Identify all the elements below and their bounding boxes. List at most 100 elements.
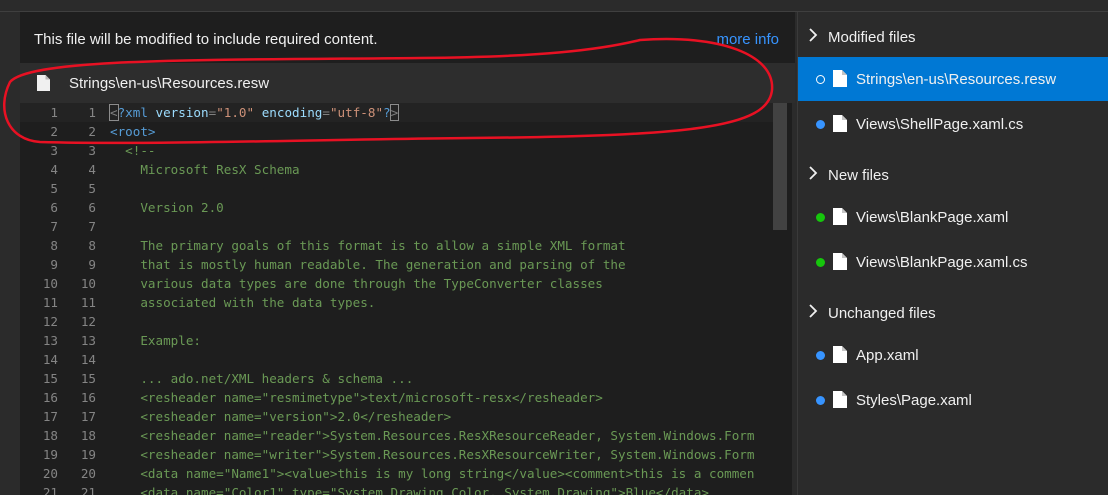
main-pane: This file will be modified to include re… bbox=[20, 12, 795, 495]
code-text: associated with the data types. bbox=[110, 293, 375, 312]
file-name: Views\ShellPage.xaml.cs bbox=[856, 116, 1024, 133]
code-editor[interactable]: 21 21 <data name="Color1" type="System.Dr… bbox=[20, 103, 795, 495]
code-token: ... ado.net/XML headers & schema ... bbox=[110, 371, 414, 386]
code-text: <root> bbox=[110, 122, 156, 141]
code-text: <resheader name="version">2.0</resheader… bbox=[110, 407, 451, 426]
document-icon bbox=[833, 391, 847, 413]
section-label: Modified files bbox=[828, 29, 916, 46]
more-info-link[interactable]: more info bbox=[716, 31, 779, 48]
code-line: 17 17 <resheader name="version">2.0</resh… bbox=[20, 407, 795, 426]
section-header[interactable]: New files bbox=[798, 153, 1108, 195]
code-token: <root> bbox=[110, 124, 156, 139]
line-number: 1 bbox=[50, 105, 58, 120]
line-number: 8 bbox=[50, 238, 58, 253]
scrollbar-thumb[interactable] bbox=[773, 103, 787, 230]
line-number-modified: 2 bbox=[88, 124, 96, 139]
line-number: 6 bbox=[50, 200, 58, 215]
code-line: 3 3 <!-- bbox=[20, 141, 795, 160]
code-text: <resheader name="reader">System.Resource… bbox=[110, 426, 754, 445]
document-icon bbox=[833, 346, 847, 368]
line-number-modified: 16 bbox=[80, 390, 96, 405]
line-number: 20 bbox=[42, 466, 58, 481]
section-header[interactable]: Unchanged files bbox=[798, 291, 1108, 333]
code-token: <!-- bbox=[110, 143, 156, 158]
line-number: 12 bbox=[42, 314, 58, 329]
code-line: 20 20 <data name="Name1"><value>this is m… bbox=[20, 464, 795, 483]
code-line: 2 2 <root> bbox=[20, 122, 795, 141]
file-name: Views\BlankPage.xaml.cs bbox=[856, 254, 1028, 271]
code-line: 4 4 Microsoft ResX Schema bbox=[20, 160, 795, 179]
code-token: <data name="Name1"><value>this is my lon… bbox=[110, 466, 755, 481]
line-number: 5 bbox=[50, 181, 58, 196]
file-list-item[interactable]: Styles\Page.xaml bbox=[798, 378, 1108, 422]
code-text: ... ado.net/XML headers & schema ... bbox=[110, 369, 413, 388]
code-line: 12 12 bbox=[20, 312, 795, 331]
chevron-right-icon bbox=[808, 28, 818, 47]
code-line: 15 15 ... ado.net/XML headers & schema ..… bbox=[20, 369, 795, 388]
line-number-modified: 19 bbox=[80, 447, 96, 462]
top-strip bbox=[0, 0, 1108, 12]
code-text: <resheader name="resmimetype">text/micro… bbox=[110, 388, 603, 407]
line-number-modified: 7 bbox=[88, 219, 96, 234]
code-token: <resheader name="version">2.0</resheader… bbox=[110, 409, 452, 424]
code-token: Version 2.0 bbox=[110, 200, 224, 215]
code-line: 77 bbox=[20, 217, 795, 236]
code-text: <resheader name="writer">System.Resource… bbox=[110, 445, 754, 464]
line-number-modified: 6 bbox=[88, 200, 96, 215]
code-line: 16 16 <resheader name="resmimetype">text/… bbox=[20, 388, 795, 407]
line-number: 11 bbox=[42, 295, 58, 310]
line-number: 7 bbox=[50, 219, 58, 234]
code-token: <resheader name="reader">System.Resource… bbox=[110, 428, 755, 443]
code-text: Version 2.0 bbox=[110, 198, 224, 217]
code-text: The primary goals of this format is to a… bbox=[110, 236, 626, 255]
code-token: < bbox=[109, 104, 119, 121]
code-line: 14 14 bbox=[20, 350, 795, 369]
status-dot-icon bbox=[816, 258, 825, 267]
code-token: <resheader name="writer">System.Resource… bbox=[110, 447, 755, 462]
line-number: 19 bbox=[42, 447, 58, 462]
line-number: 18 bbox=[42, 428, 58, 443]
line-number: 3 bbox=[50, 143, 58, 158]
code-token: <data name="Color1" type="System.Drawing… bbox=[110, 485, 709, 495]
line-number-modified: 20 bbox=[80, 466, 96, 481]
file-list-item[interactable]: Views\BlankPage.xaml bbox=[798, 195, 1108, 239]
line-number: 14 bbox=[42, 352, 58, 367]
code-line: 19 19 <resheader name="writer">System.Res… bbox=[20, 445, 795, 464]
code-line: 9 9 that is mostly human readable. The ge… bbox=[20, 255, 795, 274]
line-number: 16 bbox=[42, 390, 58, 405]
line-number-modified: 12 bbox=[80, 314, 96, 329]
code-text: <!-- bbox=[110, 141, 156, 160]
code-text: various data types are done through the … bbox=[110, 274, 603, 293]
line-number-modified: 14 bbox=[80, 352, 96, 367]
file-name: Views\BlankPage.xaml bbox=[856, 209, 1009, 226]
code-token: Example: bbox=[110, 333, 201, 348]
code-text: that is mostly human readable. The gener… bbox=[110, 255, 626, 274]
code-line: 6 6 Version 2.0 bbox=[20, 198, 795, 217]
file-list-item[interactable]: Views\BlankPage.xaml.cs bbox=[798, 240, 1108, 284]
document-icon bbox=[833, 70, 847, 92]
code-token: that is mostly human readable. The gener… bbox=[110, 257, 626, 272]
code-text: Microsoft ResX Schema bbox=[110, 160, 299, 179]
code-line: 1 1 <?xml version="1.0" encoding="utf-8"?> bbox=[20, 103, 795, 122]
code-line: 11 11 associated with the data types. bbox=[20, 293, 795, 312]
section-header[interactable]: Modified files bbox=[798, 15, 1108, 57]
status-dot-icon bbox=[816, 351, 825, 360]
code-token: various data types are done through the … bbox=[110, 276, 603, 291]
line-number-modified: 18 bbox=[80, 428, 96, 443]
code-text: Example: bbox=[110, 331, 201, 350]
code-token: "1.0" bbox=[216, 105, 255, 120]
info-message: This file will be modified to include re… bbox=[34, 31, 378, 48]
file-list-item[interactable]: Strings\en-us\Resources.resw bbox=[798, 57, 1108, 101]
line-number: 21 bbox=[42, 485, 58, 495]
line-number: 13 bbox=[42, 333, 58, 348]
file-list-item[interactable]: App.xaml bbox=[798, 333, 1108, 377]
code-line: 8 8 The primary goals of this format is t… bbox=[20, 236, 795, 255]
line-number-modified: 17 bbox=[80, 409, 96, 424]
line-number-modified: 9 bbox=[88, 257, 96, 272]
file-list-item[interactable]: Views\ShellPage.xaml.cs bbox=[798, 102, 1108, 146]
code-token: The primary goals of this format is to a… bbox=[110, 238, 626, 253]
code-token: ? bbox=[383, 105, 391, 120]
files-sidebar: Modified files Strings\en-us\Resources.re… bbox=[797, 12, 1108, 495]
file-header: Strings\en-us\Resources.resw bbox=[20, 63, 795, 103]
